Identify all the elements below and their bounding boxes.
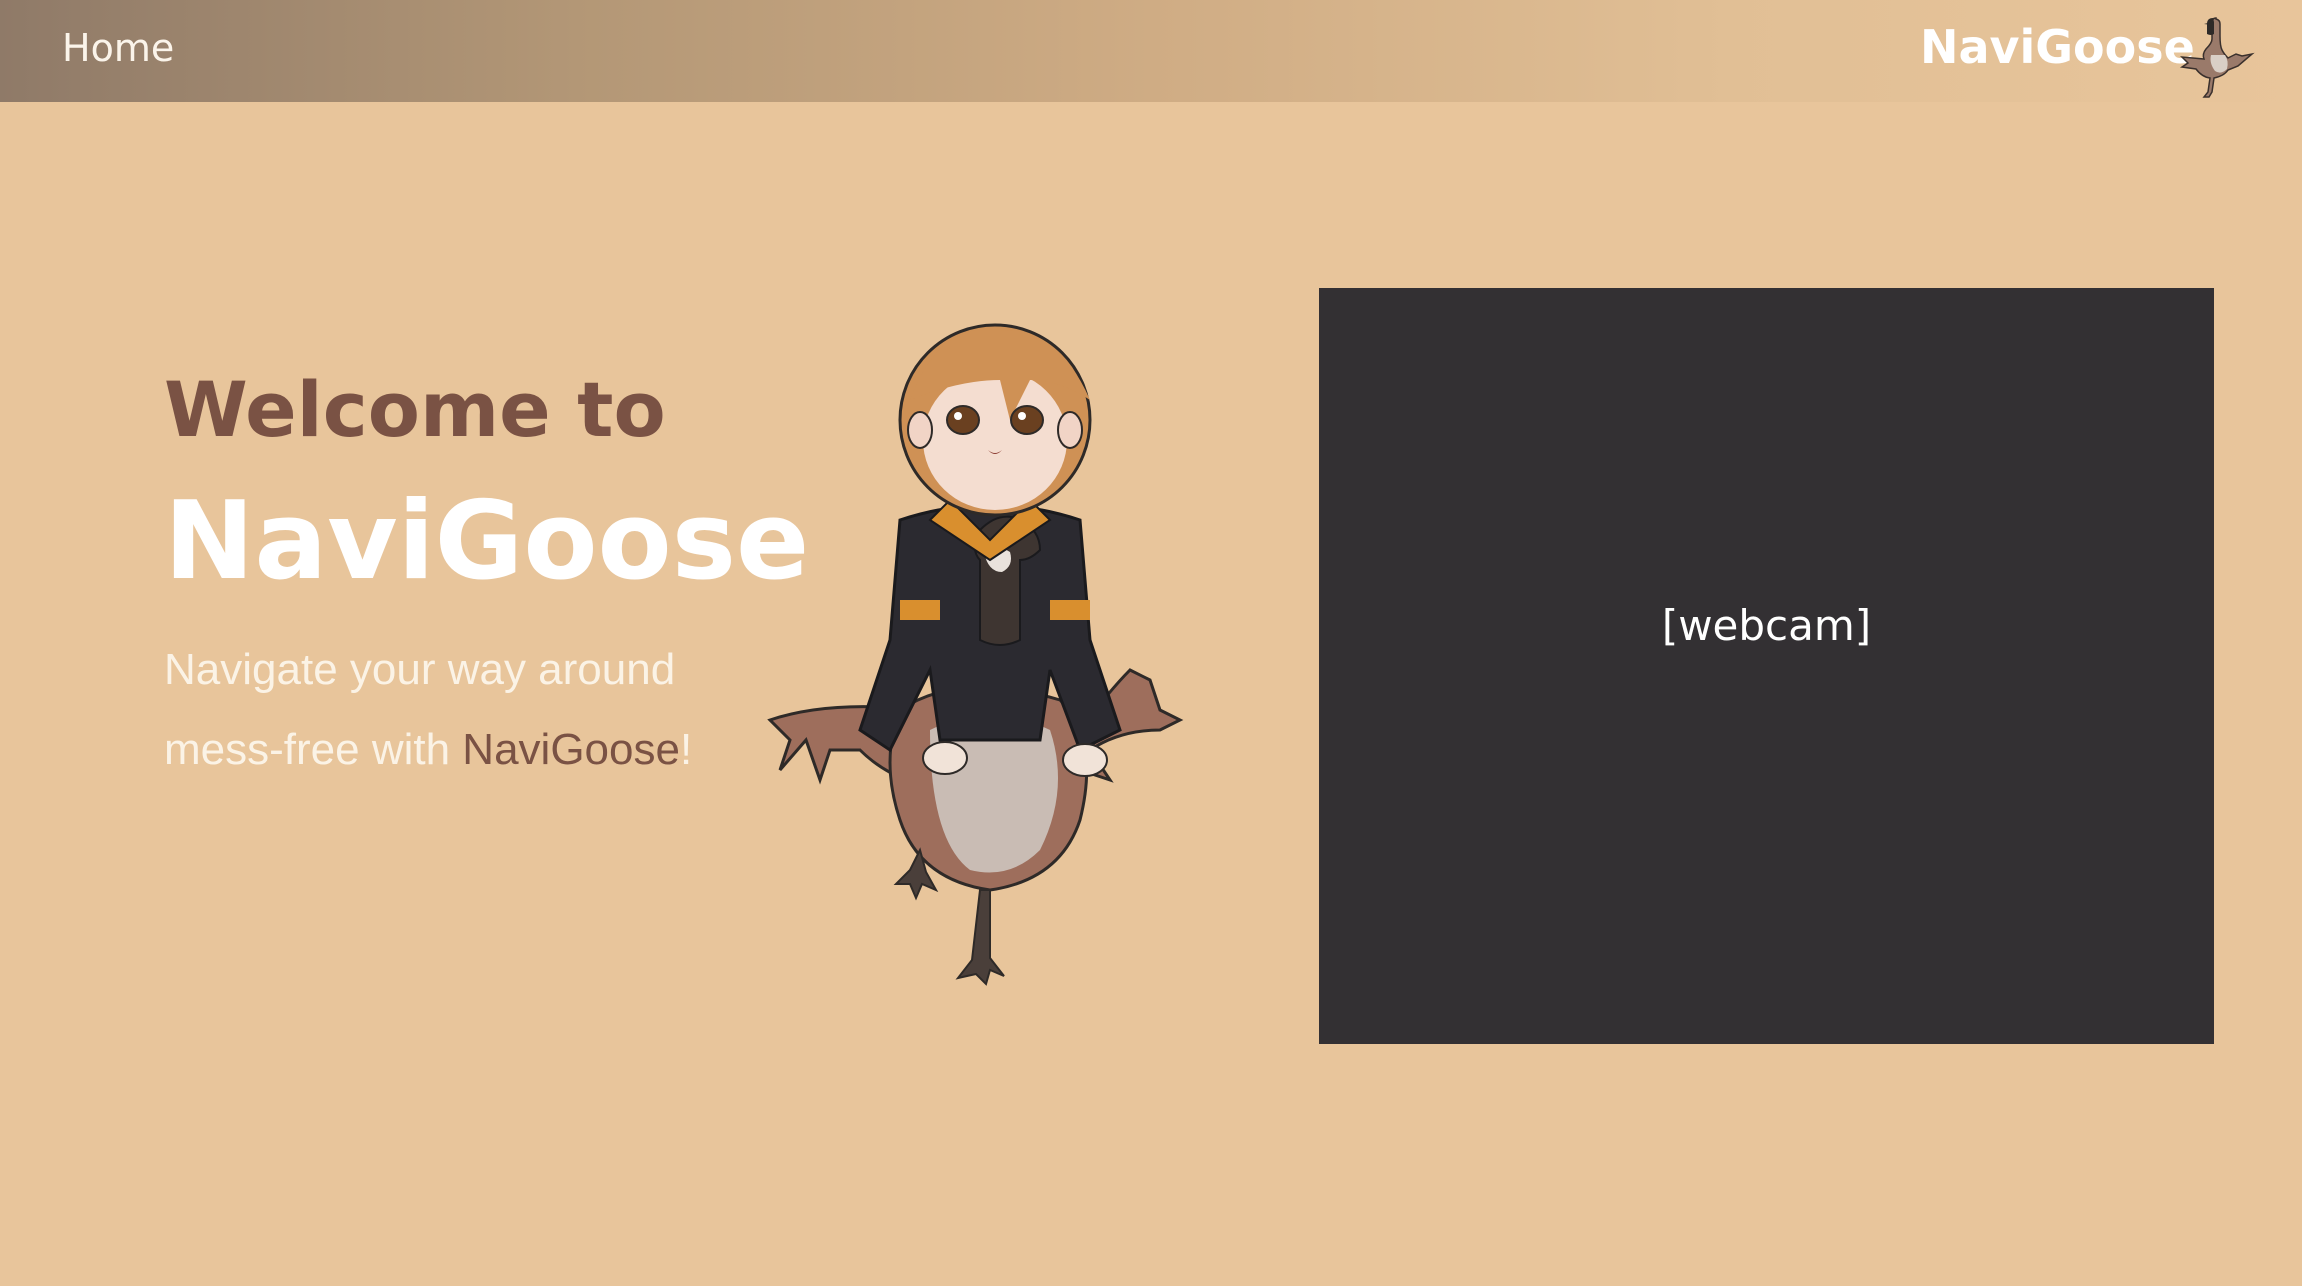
webcam-view[interactable]: [webcam] xyxy=(1319,288,2214,1044)
page: Home NaviGoose Welcome to NaviGoose Navi… xyxy=(0,0,2302,1286)
tagline-line1: Navigate your way around xyxy=(164,645,676,694)
hero-section: Welcome to NaviGoose Navigate your way a… xyxy=(164,365,810,790)
webcam-label: [webcam] xyxy=(1661,600,1872,650)
girl-riding-goose-illustration xyxy=(767,323,1184,986)
tagline-suffix: ! xyxy=(679,725,693,774)
goose-icon[interactable] xyxy=(2170,10,2270,110)
nav-home-link[interactable]: Home xyxy=(62,26,174,70)
welcome-heading: Welcome to xyxy=(164,365,666,454)
brand-heading: NaviGoose xyxy=(164,479,810,604)
tagline-line2-prefix: mess-free with xyxy=(164,725,463,774)
tagline: Navigate your way around mess-free with … xyxy=(164,630,764,790)
navbar: Home NaviGoose xyxy=(0,0,2302,102)
tagline-brand: NaviGoose xyxy=(462,725,680,774)
nav-brand-link[interactable]: NaviGoose xyxy=(1920,20,2195,74)
